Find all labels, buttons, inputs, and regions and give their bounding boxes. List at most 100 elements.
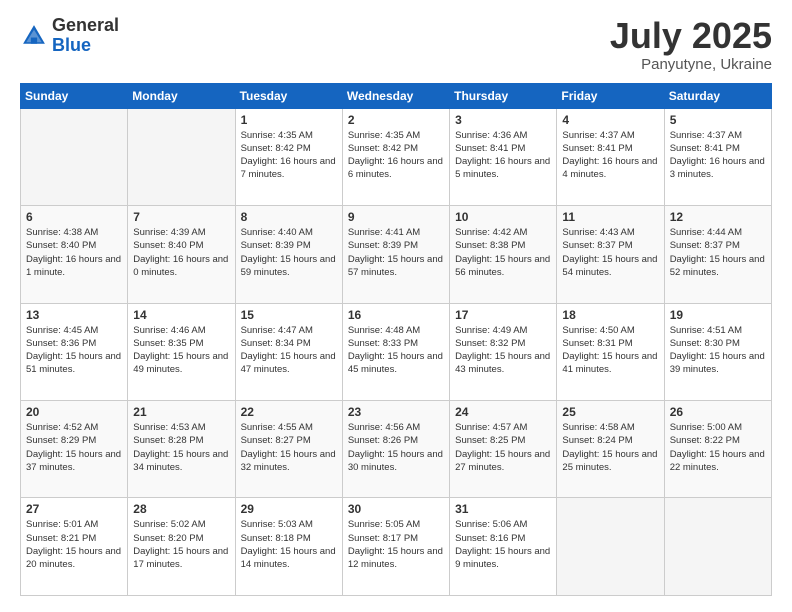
day-info: Sunrise: 4:43 AMSunset: 8:37 PMDaylight:… bbox=[562, 226, 658, 279]
day-info: Sunrise: 4:35 AMSunset: 8:42 PMDaylight:… bbox=[241, 129, 337, 182]
day-info: Sunrise: 5:02 AMSunset: 8:20 PMDaylight:… bbox=[133, 518, 229, 571]
calendar-cell bbox=[21, 108, 128, 205]
day-number: 20 bbox=[26, 405, 122, 419]
page: General Blue July 2025 Panyutyne, Ukrain… bbox=[0, 0, 792, 612]
header: General Blue July 2025 Panyutyne, Ukrain… bbox=[20, 16, 772, 73]
day-number: 10 bbox=[455, 210, 551, 224]
day-number: 25 bbox=[562, 405, 658, 419]
day-number: 30 bbox=[348, 502, 444, 516]
day-number: 17 bbox=[455, 308, 551, 322]
calendar-week-row: 27 Sunrise: 5:01 AMSunset: 8:21 PMDayligh… bbox=[21, 498, 772, 596]
calendar-cell: 25 Sunrise: 4:58 AMSunset: 8:24 PMDayligh… bbox=[557, 401, 664, 498]
day-info: Sunrise: 4:39 AMSunset: 8:40 PMDaylight:… bbox=[133, 226, 229, 279]
day-info: Sunrise: 4:41 AMSunset: 8:39 PMDaylight:… bbox=[348, 226, 444, 279]
day-number: 9 bbox=[348, 210, 444, 224]
day-number: 18 bbox=[562, 308, 658, 322]
day-info: Sunrise: 4:48 AMSunset: 8:33 PMDaylight:… bbox=[348, 324, 444, 377]
day-info: Sunrise: 4:44 AMSunset: 8:37 PMDaylight:… bbox=[670, 226, 766, 279]
calendar-week-row: 20 Sunrise: 4:52 AMSunset: 8:29 PMDayligh… bbox=[21, 401, 772, 498]
calendar-cell: 21Sunrise: 4:53 AMSunset: 8:28 PMDayligh… bbox=[128, 401, 235, 498]
calendar-cell bbox=[664, 498, 771, 596]
calendar-cell: 13Sunrise: 4:45 AMSunset: 8:36 PMDayligh… bbox=[21, 303, 128, 400]
day-number: 3 bbox=[455, 113, 551, 127]
calendar-cell: 27 Sunrise: 5:01 AMSunset: 8:21 PMDayligh… bbox=[21, 498, 128, 596]
day-number: 28 bbox=[133, 502, 229, 516]
logo-blue: Blue bbox=[52, 36, 119, 56]
day-info: Sunrise: 4:58 AMSunset: 8:24 PMDaylight:… bbox=[562, 421, 658, 474]
day-info: Sunrise: 4:56 AMSunset: 8:26 PMDaylight:… bbox=[348, 421, 444, 474]
day-info: Sunrise: 5:00 AMSunset: 8:22 PMDaylight:… bbox=[670, 421, 766, 474]
calendar-cell: 15 Sunrise: 4:47 AMSunset: 8:34 PMDayligh… bbox=[235, 303, 342, 400]
day-number: 24 bbox=[455, 405, 551, 419]
day-info: Sunrise: 4:51 AMSunset: 8:30 PMDaylight:… bbox=[670, 324, 766, 377]
calendar-cell: 8 Sunrise: 4:40 AMSunset: 8:39 PMDaylight… bbox=[235, 206, 342, 303]
day-number: 26 bbox=[670, 405, 766, 419]
calendar-cell: 17 Sunrise: 4:49 AMSunset: 8:32 PMDayligh… bbox=[450, 303, 557, 400]
day-number: 12 bbox=[670, 210, 766, 224]
day-number: 6 bbox=[26, 210, 122, 224]
calendar-cell: 1Sunrise: 4:35 AMSunset: 8:42 PMDaylight… bbox=[235, 108, 342, 205]
day-number: 7 bbox=[133, 210, 229, 224]
calendar-cell: 4Sunrise: 4:37 AMSunset: 8:41 PMDaylight… bbox=[557, 108, 664, 205]
day-info: Sunrise: 4:45 AMSunset: 8:36 PMDaylight:… bbox=[26, 324, 122, 377]
calendar-cell: 16Sunrise: 4:48 AMSunset: 8:33 PMDayligh… bbox=[342, 303, 449, 400]
weekday-header-row: SundayMondayTuesdayWednesdayThursdayFrid… bbox=[21, 83, 772, 108]
day-number: 5 bbox=[670, 113, 766, 127]
calendar-cell: 24 Sunrise: 4:57 AMSunset: 8:25 PMDayligh… bbox=[450, 401, 557, 498]
day-number: 11 bbox=[562, 210, 658, 224]
day-number: 29 bbox=[241, 502, 337, 516]
day-info: Sunrise: 4:50 AMSunset: 8:31 PMDaylight:… bbox=[562, 324, 658, 377]
calendar-cell: 14 Sunrise: 4:46 AMSunset: 8:35 PMDayligh… bbox=[128, 303, 235, 400]
calendar-cell: 6 Sunrise: 4:38 AMSunset: 8:40 PMDaylight… bbox=[21, 206, 128, 303]
day-info: Sunrise: 5:05 AMSunset: 8:17 PMDaylight:… bbox=[348, 518, 444, 571]
calendar-cell: 19 Sunrise: 4:51 AMSunset: 8:30 PMDayligh… bbox=[664, 303, 771, 400]
calendar-cell: 9 Sunrise: 4:41 AMSunset: 8:39 PMDaylight… bbox=[342, 206, 449, 303]
calendar-cell: 10 Sunrise: 4:42 AMSunset: 8:38 PMDayligh… bbox=[450, 206, 557, 303]
day-info: Sunrise: 4:47 AMSunset: 8:34 PMDaylight:… bbox=[241, 324, 337, 377]
logo-text: General Blue bbox=[52, 16, 119, 56]
calendar-cell: 30 Sunrise: 5:05 AMSunset: 8:17 PMDayligh… bbox=[342, 498, 449, 596]
day-info: Sunrise: 4:40 AMSunset: 8:39 PMDaylight:… bbox=[241, 226, 337, 279]
day-info: Sunrise: 4:49 AMSunset: 8:32 PMDaylight:… bbox=[455, 324, 551, 377]
day-info: Sunrise: 4:36 AMSunset: 8:41 PMDaylight:… bbox=[455, 129, 551, 182]
day-number: 27 bbox=[26, 502, 122, 516]
title-block: July 2025 Panyutyne, Ukraine bbox=[610, 16, 772, 73]
calendar-cell bbox=[128, 108, 235, 205]
logo: General Blue bbox=[20, 16, 119, 56]
day-number: 14 bbox=[133, 308, 229, 322]
day-info: Sunrise: 4:35 AMSunset: 8:42 PMDaylight:… bbox=[348, 129, 444, 182]
calendar-cell: 7 Sunrise: 4:39 AMSunset: 8:40 PMDaylight… bbox=[128, 206, 235, 303]
calendar-table: SundayMondayTuesdayWednesdayThursdayFrid… bbox=[20, 83, 772, 596]
day-info: Sunrise: 5:01 AMSunset: 8:21 PMDaylight:… bbox=[26, 518, 122, 571]
day-number: 23 bbox=[348, 405, 444, 419]
calendar-cell: 31Sunrise: 5:06 AMSunset: 8:16 PMDayligh… bbox=[450, 498, 557, 596]
calendar-cell: 20 Sunrise: 4:52 AMSunset: 8:29 PMDayligh… bbox=[21, 401, 128, 498]
weekday-header: Tuesday bbox=[235, 83, 342, 108]
day-info: Sunrise: 4:55 AMSunset: 8:27 PMDaylight:… bbox=[241, 421, 337, 474]
calendar-cell: 12 Sunrise: 4:44 AMSunset: 8:37 PMDayligh… bbox=[664, 206, 771, 303]
day-number: 31 bbox=[455, 502, 551, 516]
day-info: Sunrise: 4:37 AMSunset: 8:41 PMDaylight:… bbox=[562, 129, 658, 182]
day-info: Sunrise: 4:52 AMSunset: 8:29 PMDaylight:… bbox=[26, 421, 122, 474]
calendar-cell: 11 Sunrise: 4:43 AMSunset: 8:37 PMDayligh… bbox=[557, 206, 664, 303]
weekday-header: Saturday bbox=[664, 83, 771, 108]
day-info: Sunrise: 4:46 AMSunset: 8:35 PMDaylight:… bbox=[133, 324, 229, 377]
day-number: 15 bbox=[241, 308, 337, 322]
day-number: 2 bbox=[348, 113, 444, 127]
weekday-header: Monday bbox=[128, 83, 235, 108]
weekday-header: Thursday bbox=[450, 83, 557, 108]
weekday-header: Sunday bbox=[21, 83, 128, 108]
calendar-week-row: 13Sunrise: 4:45 AMSunset: 8:36 PMDayligh… bbox=[21, 303, 772, 400]
day-number: 8 bbox=[241, 210, 337, 224]
calendar-cell: 23 Sunrise: 4:56 AMSunset: 8:26 PMDayligh… bbox=[342, 401, 449, 498]
day-info: Sunrise: 4:42 AMSunset: 8:38 PMDaylight:… bbox=[455, 226, 551, 279]
location: Panyutyne, Ukraine bbox=[610, 56, 772, 73]
day-number: 19 bbox=[670, 308, 766, 322]
weekday-header: Friday bbox=[557, 83, 664, 108]
calendar-week-row: 6 Sunrise: 4:38 AMSunset: 8:40 PMDaylight… bbox=[21, 206, 772, 303]
day-info: Sunrise: 4:38 AMSunset: 8:40 PMDaylight:… bbox=[26, 226, 122, 279]
day-info: Sunrise: 4:57 AMSunset: 8:25 PMDaylight:… bbox=[455, 421, 551, 474]
day-info: Sunrise: 4:53 AMSunset: 8:28 PMDaylight:… bbox=[133, 421, 229, 474]
day-info: Sunrise: 5:03 AMSunset: 8:18 PMDaylight:… bbox=[241, 518, 337, 571]
calendar-cell: 22Sunrise: 4:55 AMSunset: 8:27 PMDayligh… bbox=[235, 401, 342, 498]
